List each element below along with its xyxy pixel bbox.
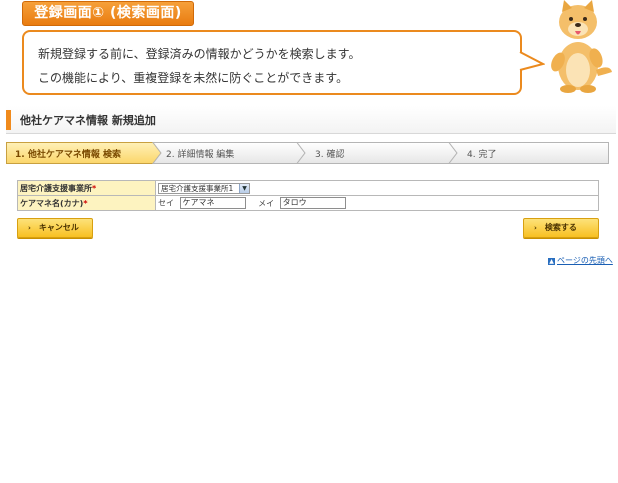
chevron-right-icon: › xyxy=(28,224,31,232)
tutorial-title-tab: 登録画面① (検索画面) xyxy=(22,1,194,26)
name-kana-value-cell: セイ ケアマネ メイ タロウ xyxy=(155,195,599,211)
mei-label: メイ xyxy=(258,198,275,208)
sei-label: セイ xyxy=(158,198,174,208)
chevron-down-icon[interactable]: ▼ xyxy=(239,183,249,193)
search-button[interactable]: › 検索する xyxy=(523,218,599,238)
form-row-name-kana: ケアマネ名(カナ)* セイ ケアマネ メイ タロウ xyxy=(17,195,599,211)
office-select[interactable]: 居宅介護支援事業所1 ▼ xyxy=(158,182,250,194)
chevron-right-icon: › xyxy=(534,224,537,232)
step-2-label: 2. 詳細情報 編集 xyxy=(166,150,235,160)
required-mark: * xyxy=(83,198,88,208)
tutorial-text-line1: 新規登録する前に、登録済みの情報かどうかを検索します。 xyxy=(38,47,361,61)
page-top-link-label: ページの先頭へ xyxy=(557,256,613,265)
step-4-label: 4. 完了 xyxy=(467,150,497,160)
office-label-cell: 居宅介護支援事業所* xyxy=(17,180,156,196)
search-form-table: 居宅介護支援事業所* 居宅介護支援事業所1 ▼ ケアマネ名(カナ)* セイ ケア… xyxy=(17,180,599,211)
page-top-link[interactable]: ▲ ページの先頭へ xyxy=(548,255,613,266)
step-3-label: 3. 確認 xyxy=(315,150,345,160)
cancel-button-label: キャンセル xyxy=(38,223,79,232)
mei-input[interactable]: タロウ xyxy=(279,197,346,209)
page-header: 他社ケアマネ情報 新規追加 xyxy=(6,106,616,134)
cancel-button[interactable]: › キャンセル xyxy=(17,218,93,238)
arrow-up-icon: ▲ xyxy=(548,258,555,265)
step-indicator: 1. 他社ケアマネ情報 検索 2. 詳細情報 編集 3. 確認 4. 完了 xyxy=(6,142,609,164)
step-1-label: 1. 他社ケアマネ情報 検索 xyxy=(15,150,121,160)
tutorial-text-line2: この機能により、重複登録を未然に防ぐことができます。 xyxy=(38,71,349,85)
office-value-cell: 居宅介護支援事業所1 ▼ xyxy=(155,180,599,196)
name-kana-label-cell: ケアマネ名(カナ)* xyxy=(17,195,156,211)
dog-mascot-icon xyxy=(551,0,612,93)
search-button-label: 検索する xyxy=(544,223,577,232)
office-select-value: 居宅介護支援事業所1 xyxy=(161,183,234,193)
page-title: 他社ケアマネ情報 新規追加 xyxy=(20,114,156,127)
tutorial-speech-bubble: 新規登録する前に、登録済みの情報かどうかを検索します。 この機能により、重複登録… xyxy=(22,30,522,95)
header-accent-bar xyxy=(6,110,11,130)
required-mark: * xyxy=(92,183,97,193)
sei-input[interactable]: ケアマネ xyxy=(179,197,246,209)
form-row-office: 居宅介護支援事業所* 居宅介護支援事業所1 ▼ xyxy=(17,180,599,196)
office-label: 居宅介護支援事業所 xyxy=(20,183,92,193)
name-kana-label: ケアマネ名(カナ) xyxy=(20,198,84,208)
